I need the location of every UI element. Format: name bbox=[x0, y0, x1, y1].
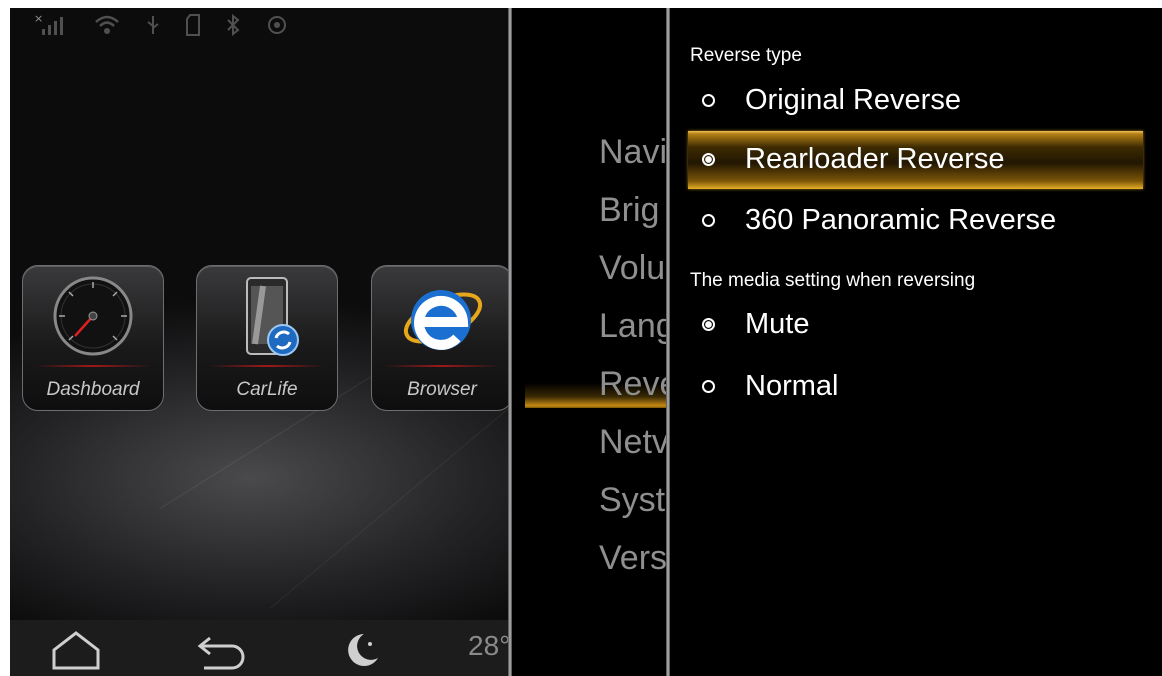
carlife-phone-icon bbox=[246, 277, 299, 356]
bottom-nav-bar: 28° bbox=[10, 620, 508, 676]
tile-accent-line bbox=[35, 365, 151, 367]
sd-card-icon bbox=[186, 14, 200, 36]
radio-button-selected bbox=[702, 318, 715, 331]
radio-button-selected bbox=[702, 153, 715, 166]
menu-item-reverse[interactable]: Reve bbox=[599, 364, 666, 404]
app-tile-carlife[interactable]: CarLife bbox=[196, 265, 338, 411]
menu-item-language[interactable]: Lang bbox=[599, 306, 666, 346]
tile-accent-line bbox=[209, 365, 325, 367]
option-label: Rearloader Reverse bbox=[745, 143, 1005, 175]
signal-icon: × bbox=[34, 13, 63, 35]
app-label: CarLife bbox=[236, 379, 298, 400]
svg-text:×: × bbox=[34, 13, 43, 25]
radio-button bbox=[702, 214, 715, 227]
app-tile-browser[interactable]: Browser bbox=[371, 265, 508, 411]
app-tile-dashboard[interactable]: Dashboard bbox=[22, 265, 164, 411]
menu-item-brightness[interactable]: Brig bbox=[599, 190, 659, 230]
wifi-icon bbox=[95, 15, 119, 34]
option-label: Normal bbox=[745, 370, 839, 402]
option-original-reverse[interactable]: Original Reverse bbox=[688, 72, 1143, 130]
option-rearloader-reverse[interactable]: Rearloader Reverse bbox=[688, 131, 1143, 189]
settings-menu: Navi Brig Volu Lang Reve Netv Syst Vers bbox=[512, 8, 666, 676]
usb-icon bbox=[147, 16, 159, 34]
menu-item-volume[interactable]: Volu bbox=[599, 248, 665, 288]
speedometer-icon bbox=[53, 276, 133, 356]
app-label: Dashboard bbox=[46, 379, 140, 400]
option-mute[interactable]: Mute bbox=[688, 296, 1143, 354]
internet-explorer-icon bbox=[403, 290, 483, 350]
status-bar: × bbox=[34, 12, 288, 38]
head-unit-screen: × Dashboard CarLife Browser 28° Navi Bri… bbox=[10, 8, 1162, 676]
menu-item-version[interactable]: Vers bbox=[599, 538, 666, 578]
temperature-readout: 28° bbox=[468, 630, 508, 661]
night-mode-icon[interactable] bbox=[342, 630, 382, 670]
radio-button bbox=[702, 94, 715, 107]
option-360-panoramic-reverse[interactable]: 360 Panoramic Reverse bbox=[688, 192, 1143, 250]
menu-item-system[interactable]: Syst bbox=[599, 480, 665, 520]
option-normal[interactable]: Normal bbox=[688, 358, 1143, 416]
back-icon[interactable] bbox=[196, 630, 248, 670]
option-label: Original Reverse bbox=[745, 84, 961, 116]
bluetooth-icon bbox=[227, 14, 240, 36]
gps-icon bbox=[268, 16, 286, 34]
reverse-settings-panel: Reverse type Original Reverse Rearloader… bbox=[670, 8, 1162, 676]
option-label: 360 Panoramic Reverse bbox=[745, 204, 1057, 236]
tile-accent-line bbox=[384, 365, 500, 367]
menu-item-network[interactable]: Netv bbox=[599, 422, 666, 462]
radio-button bbox=[702, 380, 715, 393]
launcher-panel: × Dashboard CarLife Browser 28° bbox=[10, 8, 508, 676]
option-label: Mute bbox=[745, 308, 810, 340]
reverse-type-title: Reverse type bbox=[690, 45, 802, 66]
app-label: Browser bbox=[407, 379, 477, 400]
menu-item-navi[interactable]: Navi bbox=[599, 132, 666, 172]
home-icon[interactable] bbox=[50, 630, 102, 670]
media-setting-title: The media setting when reversing bbox=[690, 270, 976, 291]
